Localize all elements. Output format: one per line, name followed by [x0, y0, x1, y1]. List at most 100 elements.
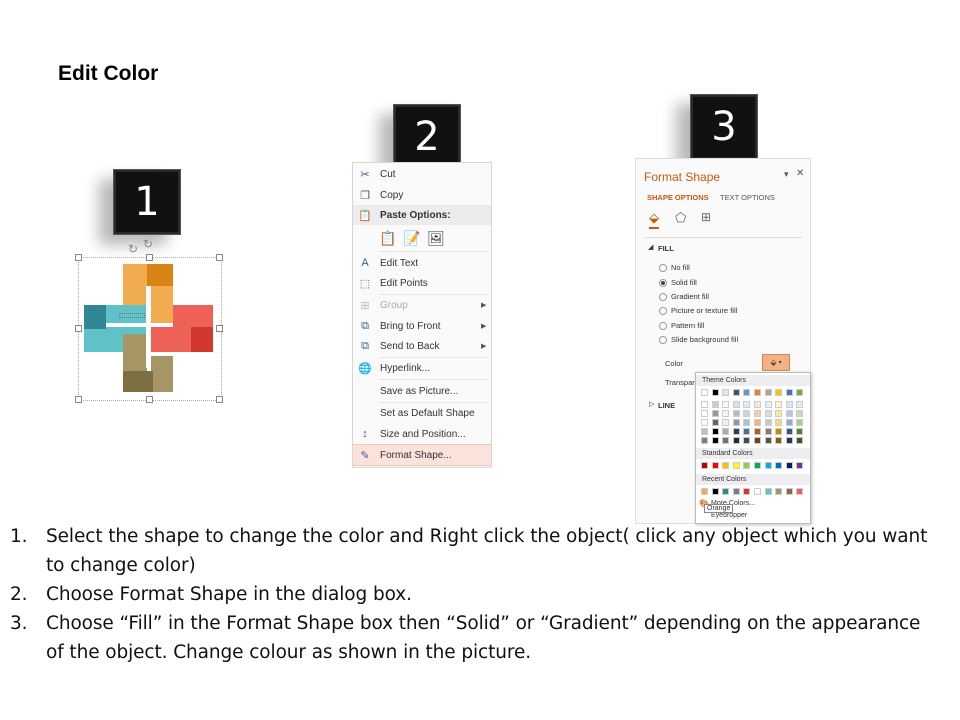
theme-color-swatch[interactable]	[764, 401, 772, 408]
theme-color-swatch[interactable]	[743, 428, 751, 435]
menu-item-save-as-picture[interactable]: Save as Picture...	[353, 381, 491, 401]
resize-handle-bm[interactable]	[146, 396, 153, 403]
standard-color-swatch[interactable]	[764, 462, 772, 469]
menu-item-cut[interactable]: ✂ Cut	[353, 164, 491, 184]
theme-color-swatch[interactable]	[701, 428, 708, 435]
standard-color-swatch[interactable]	[796, 462, 804, 469]
theme-color-swatch[interactable]	[796, 428, 804, 435]
theme-color-swatch[interactable]	[796, 419, 804, 426]
theme-color-swatch[interactable]	[754, 410, 761, 417]
resize-handle-mr[interactable]	[216, 325, 223, 332]
segment-right-dark[interactable]	[191, 327, 213, 352]
theme-color-swatch[interactable]	[722, 389, 730, 396]
standard-color-swatch[interactable]	[701, 462, 708, 469]
recent-color-swatch[interactable]	[732, 488, 740, 495]
segment-right-band[interactable]	[151, 327, 191, 352]
theme-color-swatch[interactable]	[785, 401, 793, 408]
standard-color-swatch[interactable]	[711, 462, 719, 469]
theme-color-swatch[interactable]	[743, 410, 751, 417]
theme-color-swatch[interactable]	[722, 437, 730, 444]
selected-shape[interactable]	[78, 257, 222, 401]
theme-color-swatch[interactable]	[775, 419, 783, 426]
tab-shape-options[interactable]: SHAPE OPTIONS	[647, 193, 709, 202]
theme-color-swatch[interactable]	[732, 428, 740, 435]
recent-color-swatch[interactable]	[701, 488, 708, 495]
segment-bottom-right[interactable]	[151, 356, 173, 392]
standard-color-swatch[interactable]	[775, 462, 783, 469]
recent-color-swatch[interactable]	[796, 488, 804, 495]
radio-pattern-fill[interactable]	[659, 322, 667, 330]
theme-color-swatch[interactable]	[701, 401, 708, 408]
menu-item-bring-to-front[interactable]: ⧉ Bring to Front ▶	[353, 316, 491, 336]
standard-color-swatch[interactable]	[732, 462, 740, 469]
menu-item-group[interactable]: ⊞ Group ▶	[353, 295, 491, 315]
close-icon[interactable]: ✕	[796, 168, 804, 179]
radio-picture-fill[interactable]	[659, 307, 667, 315]
color-picker-button[interactable]: ⬙ ▾	[762, 354, 790, 371]
menu-item-send-to-back[interactable]: ⧉ Send to Back ▶	[353, 336, 491, 356]
theme-color-swatch[interactable]	[775, 410, 783, 417]
recent-color-swatch[interactable]	[722, 488, 730, 495]
resize-handle-br[interactable]	[216, 396, 223, 403]
theme-color-swatch[interactable]	[796, 401, 804, 408]
inner-handle[interactable]	[119, 313, 145, 318]
recent-color-swatch[interactable]	[785, 488, 793, 495]
theme-color-swatch[interactable]	[785, 437, 793, 444]
menu-item-copy[interactable]: ❐ Copy	[353, 185, 491, 205]
menu-item-edit-points[interactable]: ⬚ Edit Points	[353, 273, 491, 293]
theme-color-swatch[interactable]	[785, 428, 793, 435]
menu-item-hyperlink[interactable]: 🌐 Hyperlink...	[353, 358, 491, 378]
paste-keep-format-icon[interactable]: 📋	[379, 229, 397, 247]
theme-color-swatch[interactable]	[796, 389, 804, 396]
theme-color-swatch[interactable]	[764, 437, 772, 444]
recent-color-swatch[interactable]	[775, 488, 783, 495]
theme-color-swatch[interactable]	[785, 419, 793, 426]
menu-item-edit-text[interactable]: A Edit Text	[353, 253, 491, 273]
theme-color-swatch[interactable]	[701, 437, 708, 444]
rotate-handle-icon[interactable]: ↻	[128, 243, 138, 255]
theme-color-swatch[interactable]	[785, 410, 793, 417]
standard-color-swatch[interactable]	[743, 462, 751, 469]
theme-color-swatch[interactable]	[764, 389, 772, 396]
theme-color-swatch[interactable]	[754, 428, 761, 435]
segment-top-right[interactable]	[147, 264, 173, 286]
theme-color-swatch[interactable]	[732, 389, 740, 396]
resize-handle-tr[interactable]	[216, 254, 223, 261]
radio-slide-background-fill[interactable]	[659, 336, 667, 344]
size-properties-icon[interactable]: ⊞	[701, 210, 711, 224]
theme-color-swatch[interactable]	[701, 410, 708, 417]
standard-color-swatch[interactable]	[785, 462, 793, 469]
theme-color-swatch[interactable]	[754, 419, 761, 426]
tab-text-options[interactable]: TEXT OPTIONS	[720, 193, 775, 202]
theme-color-swatch[interactable]	[701, 389, 708, 396]
rotate-handle-icon[interactable]: ↻	[143, 238, 153, 250]
effects-icon[interactable]: ⬠	[675, 210, 686, 226]
paste-picture-icon[interactable]: 🖼	[427, 229, 445, 247]
fill-line-icon[interactable]: ⬙	[649, 210, 659, 226]
theme-color-swatch[interactable]	[743, 401, 751, 408]
theme-color-swatch[interactable]	[775, 389, 783, 396]
theme-color-swatch[interactable]	[732, 401, 740, 408]
standard-color-swatch[interactable]	[722, 462, 730, 469]
theme-color-swatch[interactable]	[775, 437, 783, 444]
resize-handle-tl[interactable]	[75, 254, 82, 261]
theme-color-swatch[interactable]	[764, 410, 772, 417]
recent-color-swatch[interactable]	[743, 488, 751, 495]
menu-item-format-shape[interactable]: ✎ Format Shape...	[353, 444, 491, 466]
segment-top-right-light[interactable]	[151, 286, 173, 324]
theme-color-swatch[interactable]	[796, 410, 804, 417]
theme-color-swatch[interactable]	[732, 419, 740, 426]
theme-color-swatch[interactable]	[764, 419, 772, 426]
theme-color-swatch[interactable]	[711, 410, 719, 417]
theme-color-swatch[interactable]	[732, 410, 740, 417]
resize-handle-ml[interactable]	[75, 325, 82, 332]
theme-color-swatch[interactable]	[796, 437, 804, 444]
theme-color-swatch[interactable]	[743, 437, 751, 444]
theme-color-swatch[interactable]	[711, 437, 719, 444]
radio-solid-fill[interactable]	[659, 279, 667, 287]
theme-color-swatch[interactable]	[701, 419, 708, 426]
theme-color-swatch[interactable]	[754, 389, 761, 396]
theme-color-swatch[interactable]	[732, 437, 740, 444]
recent-color-swatch[interactable]	[711, 488, 719, 495]
theme-color-swatch[interactable]	[754, 401, 761, 408]
